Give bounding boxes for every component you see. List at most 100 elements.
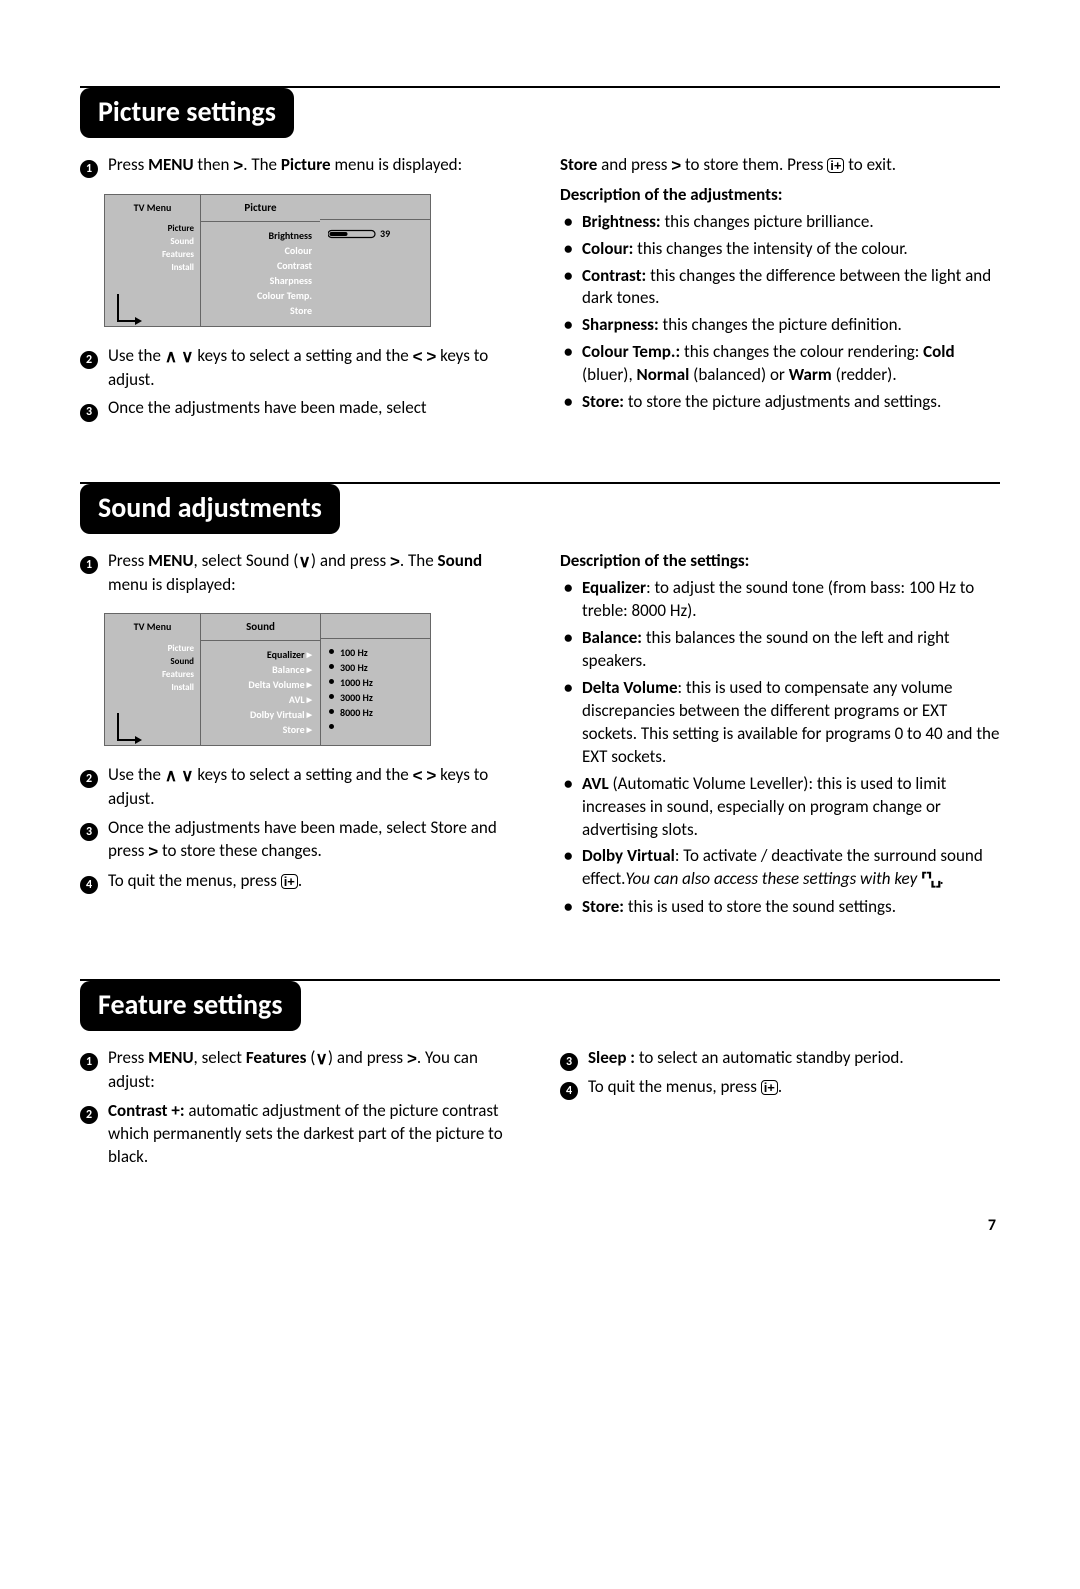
step-text: Press MENU, select Features () and press… — [108, 1047, 520, 1094]
step: 2 Contrast +: automatic adjustment of th… — [80, 1100, 520, 1169]
right-arrow-icon — [671, 155, 681, 178]
step-text: Press MENU, select Sound () and press . … — [108, 550, 520, 597]
desc-heading: Description of the settings: — [560, 550, 1000, 573]
menu-arrow-icon — [117, 713, 139, 741]
right-arrow-icon — [426, 765, 436, 788]
step-text: Once the adjustments have been made, sel… — [108, 397, 520, 420]
info-key-icon: i+ — [827, 158, 844, 173]
list-item: Colour: this changes the intensity of th… — [578, 238, 1000, 261]
step: 4 To quit the menus, press i+. — [560, 1076, 1000, 1099]
sound-right-col: Description of the settings: Equalizer: … — [560, 550, 1000, 923]
step: 2 Use the keys to select a setting and t… — [80, 345, 520, 392]
step: 1 Press MENU, select Features () and pre… — [80, 1047, 520, 1094]
step-number-2-icon: 2 — [80, 351, 98, 369]
step-number-3-icon: 3 — [560, 1053, 578, 1071]
step-text: To quit the menus, press i+. — [108, 870, 520, 893]
step-number-1-icon: 1 — [80, 556, 98, 574]
features-right-col: 3 Sleep : to select an automatic standby… — [560, 1047, 1000, 1175]
right-arrow-icon — [407, 1048, 417, 1071]
left-arrow-icon — [413, 765, 423, 788]
menu-arrow-icon — [117, 294, 139, 322]
page-number: 7 — [80, 1215, 1000, 1237]
left-arrow-icon — [413, 346, 423, 369]
slider-icon — [328, 229, 376, 239]
manual-page: Picture settings 1 Press MENU then . The… — [0, 0, 1080, 1316]
step-number-2-icon: 2 — [80, 1106, 98, 1124]
step-text: Use the keys to select a setting and the… — [108, 345, 520, 392]
up-arrow-icon — [165, 346, 177, 369]
step: 2 Use the keys to select a setting and t… — [80, 764, 520, 811]
step: 3 Once the adjustments have been made, s… — [80, 817, 520, 864]
step: 3 Sleep : to select an automatic standby… — [560, 1047, 1000, 1070]
section-divider: Sound adjustments — [80, 482, 1000, 534]
picture-menu-mock: TV Menu Picture Sound Features Install P… — [104, 194, 431, 327]
picture-left-col: 1 Press MENU then . The Picture menu is … — [80, 154, 520, 427]
sound-menu-mock: TV Menu Picture Sound Features Install S… — [104, 613, 431, 746]
step-text: Press MENU then . The Picture menu is di… — [108, 154, 520, 178]
menu-mid-items: Equalizer▶ Balance▶ Delta Volume▶ AVL▶ D… — [201, 641, 320, 745]
sound-desc-list: Equalizer: to adjust the sound tone (fro… — [560, 577, 1000, 919]
step-number-4-icon: 4 — [560, 1082, 578, 1100]
step: 4 To quit the menus, press i+. — [80, 870, 520, 893]
store-instruction: Store and press to store them. Press i+ … — [560, 154, 1000, 178]
step-text: Use the keys to select a setting and the… — [108, 764, 520, 811]
list-item: Brightness: this changes picture brillia… — [578, 211, 1000, 234]
step: 1 Press MENU, select Sound () and press … — [80, 550, 520, 597]
step-number-3-icon: 3 — [80, 823, 98, 841]
step-number-3-icon: 3 — [80, 404, 98, 422]
step: 1 Press MENU then . The Picture menu is … — [80, 154, 520, 178]
desc-heading: Description of the adjustments: — [560, 184, 1000, 207]
section-features: Feature settings 1 Press MENU, select Fe… — [80, 979, 1000, 1174]
down-arrow-icon — [315, 1048, 327, 1071]
menu-left-items: Picture Sound Features Install — [105, 218, 200, 304]
step-number-1-icon: 1 — [80, 1053, 98, 1071]
right-arrow-icon — [233, 155, 243, 178]
list-item: Delta Volume: this is used to compensate… — [578, 677, 1000, 769]
right-arrow-icon — [390, 551, 400, 574]
down-arrow-icon — [181, 346, 193, 369]
step-text: Sleep : to select an automatic standby p… — [588, 1047, 1000, 1070]
menu-mid-title: Picture — [201, 195, 320, 222]
down-arrow-icon — [181, 765, 193, 788]
menu-right-items: 100 Hz 300 Hz 1000 Hz 3000 Hz 8000 Hz — [321, 639, 430, 743]
step: 3 Once the adjustments have been made, s… — [80, 397, 520, 420]
list-item: Store: to store the picture adjustments … — [578, 391, 1000, 414]
down-arrow-icon — [298, 551, 310, 574]
step-text: To quit the menus, press i+. — [588, 1076, 1000, 1099]
menu-mid-title: Sound — [201, 614, 320, 641]
menu-left-title: TV Menu — [105, 195, 200, 219]
list-item: Store: this is used to store the sound s… — [578, 896, 1000, 919]
step-text: Once the adjustments have been made, sel… — [108, 817, 520, 864]
step-number-2-icon: 2 — [80, 770, 98, 788]
picture-right-col: Store and press to store them. Press i+ … — [560, 154, 1000, 427]
surround-icon: ⸢⸣⸤⸥ — [921, 869, 940, 892]
sound-left-col: 1 Press MENU, select Sound () and press … — [80, 550, 520, 923]
step-number-1-icon: 1 — [80, 160, 98, 178]
list-item: Colour Temp.: this changes the colour re… — [578, 341, 1000, 387]
section-title: Sound adjustments — [80, 484, 340, 534]
section-picture: Picture settings 1 Press MENU then . The… — [80, 86, 1000, 426]
list-item: Dolby Virtual: To activate / deactivate … — [578, 845, 1000, 892]
step-text: Contrast +: automatic adjustment of the … — [108, 1100, 520, 1169]
menu-slider: 39 — [320, 220, 430, 249]
section-title: Feature settings — [80, 981, 301, 1031]
section-divider: Feature settings — [80, 979, 1000, 1031]
list-item: Sharpness: this changes the picture defi… — [578, 314, 1000, 337]
section-title: Picture settings — [80, 88, 294, 138]
section-sound: Sound adjustments 1 Press MENU, select S… — [80, 482, 1000, 923]
info-key-icon: i+ — [281, 874, 298, 889]
right-arrow-icon — [148, 841, 158, 864]
info-key-icon: i+ — [761, 1080, 778, 1095]
list-item: Contrast: this changes the difference be… — [578, 265, 1000, 311]
picture-desc-list: Brightness: this changes picture brillia… — [560, 211, 1000, 415]
menu-left-items: Picture Sound Features Install — [105, 638, 200, 724]
up-arrow-icon — [165, 765, 177, 788]
step-number-4-icon: 4 — [80, 876, 98, 894]
menu-left-title: TV Menu — [105, 614, 200, 638]
list-item: Balance: this balances the sound on the … — [578, 627, 1000, 673]
menu-mid-items: Brightness Colour Contrast Sharpness Col… — [201, 222, 320, 326]
right-arrow-icon — [426, 346, 436, 369]
list-item: Equalizer: to adjust the sound tone (fro… — [578, 577, 1000, 623]
section-divider: Picture settings — [80, 86, 1000, 138]
features-left-col: 1 Press MENU, select Features () and pre… — [80, 1047, 520, 1175]
